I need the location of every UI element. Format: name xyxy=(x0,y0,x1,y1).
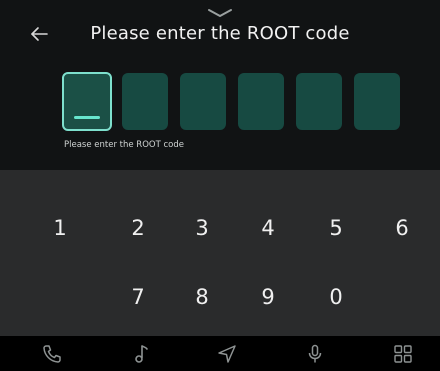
key-3[interactable]: 3 xyxy=(172,203,232,253)
navigation-icon[interactable] xyxy=(216,343,238,365)
key-2[interactable]: 2 xyxy=(108,203,168,253)
microphone-icon[interactable] xyxy=(304,343,326,365)
code-slot-5[interactable] xyxy=(296,73,342,130)
code-slot-6[interactable] xyxy=(354,73,400,130)
page-title: Please enter the ROOT code xyxy=(90,23,350,44)
root-code-screen: Please enter the ROOT code Please enter … xyxy=(0,0,440,371)
music-icon[interactable] xyxy=(130,343,152,365)
code-hint-text: Please enter the ROOT code xyxy=(64,140,184,150)
code-slot-3[interactable] xyxy=(180,73,226,130)
key-9[interactable]: 9 xyxy=(238,272,298,322)
phone-icon[interactable] xyxy=(41,343,63,365)
chevron-down-icon[interactable] xyxy=(206,4,234,17)
key-1[interactable]: 1 xyxy=(30,203,90,253)
apps-grid-icon[interactable] xyxy=(392,343,414,365)
key-4[interactable]: 4 xyxy=(238,203,298,253)
code-slot-1[interactable] xyxy=(62,72,112,131)
code-slot-4[interactable] xyxy=(238,73,284,130)
key-8[interactable]: 8 xyxy=(172,272,232,322)
code-entry-panel: Please enter the ROOT code Please enter … xyxy=(0,0,440,170)
bottom-nav-bar xyxy=(0,336,440,371)
key-6[interactable]: 6 xyxy=(372,203,432,253)
code-slot-2[interactable] xyxy=(122,73,168,130)
input-cursor xyxy=(74,116,100,119)
numeric-keypad: 1 2 3 4 5 6 7 8 9 0 xyxy=(0,170,440,336)
key-5[interactable]: 5 xyxy=(306,203,366,253)
key-0[interactable]: 0 xyxy=(306,272,366,322)
key-7[interactable]: 7 xyxy=(108,272,168,322)
